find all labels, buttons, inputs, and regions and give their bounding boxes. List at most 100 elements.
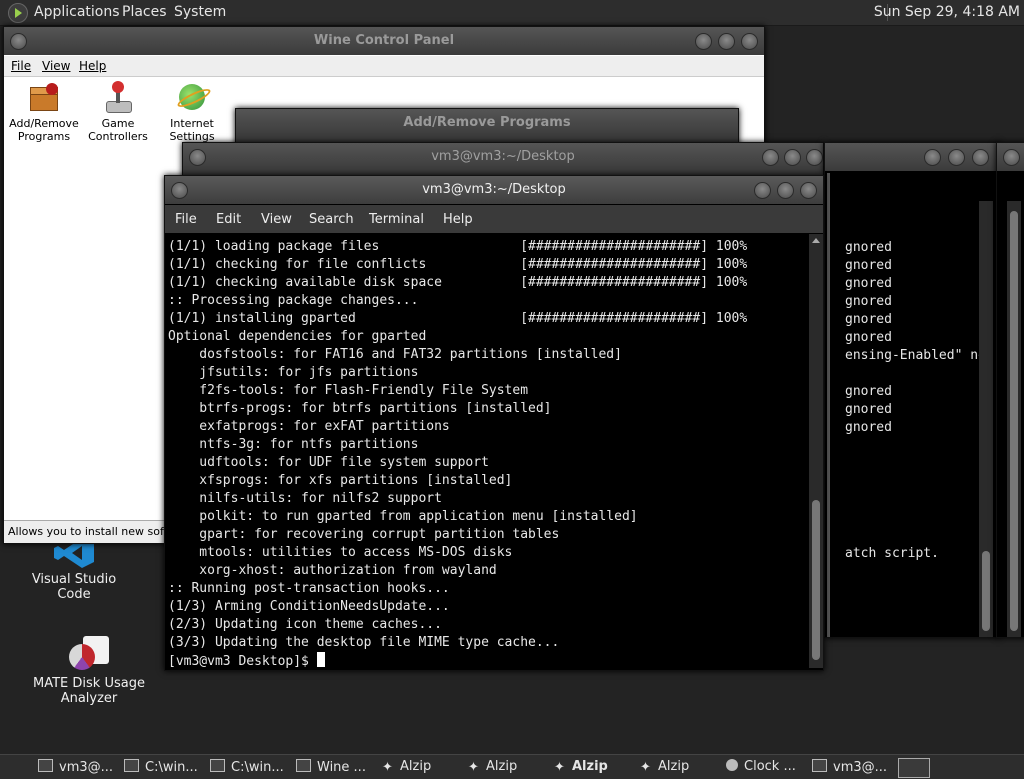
panel-clock[interactable]: Sun Sep 29, 4:18 AM xyxy=(874,4,1020,20)
terminal-titlebar[interactable]: vm3@vm3:~/Desktop xyxy=(165,176,823,204)
applications-menu[interactable]: Applications xyxy=(34,4,120,20)
back-terminal-line xyxy=(845,437,986,455)
far-right-window[interactable] xyxy=(996,142,1024,638)
cp-item-label-line1: Game xyxy=(101,117,135,130)
desktop-icon-vscode[interactable]: Visual Studio Code xyxy=(14,538,134,602)
wine-menubar: File View Help xyxy=(4,56,764,77)
back-terminal-titlebar[interactable]: vm3@vm3:~/Desktop xyxy=(183,143,823,171)
joystick-icon xyxy=(102,81,134,113)
scroll-up-arrow-icon[interactable] xyxy=(812,238,820,243)
disk-usage-icon xyxy=(69,636,109,670)
cp-item-add-remove[interactable]: Add/Remove Programs xyxy=(4,81,84,143)
maximize-button[interactable] xyxy=(784,149,801,166)
desktop-icon-label-line2: Analyzer xyxy=(60,691,118,706)
show-desktop-icon[interactable] xyxy=(898,758,930,778)
terminal-line: (1/3) Arming ConditionNeedsUpdate... xyxy=(168,599,450,614)
close-button[interactable] xyxy=(972,149,989,166)
taskbar-item-label: vm3@... xyxy=(833,760,888,775)
terminal-scrollbar-thumb[interactable] xyxy=(812,500,820,660)
minimize-button[interactable] xyxy=(754,182,771,199)
cp-item-game-controllers[interactable]: Game Controllers xyxy=(78,81,158,143)
maximize-button[interactable] xyxy=(777,182,794,199)
terminal-line: dosfstools: for FAT16 and FAT32 partitio… xyxy=(168,347,622,362)
back-terminal-line xyxy=(845,491,986,509)
terminal-menu-file[interactable]: File xyxy=(175,212,197,227)
terminal-line: (2/3) Updating icon theme caches... xyxy=(168,617,442,632)
window-icon xyxy=(210,759,225,772)
taskbar-item[interactable]: ✦ Alzip xyxy=(554,759,608,777)
taskbar-item[interactable]: ✦ Alzip xyxy=(640,759,689,777)
bottom-taskbar: vm3@... C:\win... C:\win... Wine ... ✦ Alzip ✦… xyxy=(0,754,1024,779)
taskbar-item-label: C:\win... xyxy=(145,760,198,775)
cp-item-label-line1: Add/Remove xyxy=(9,117,79,130)
close-button[interactable] xyxy=(741,33,758,50)
globe-icon xyxy=(175,81,213,113)
wine-window-title: Wine Control Panel xyxy=(313,33,455,48)
taskbar-item-label: vm3@... xyxy=(59,760,114,775)
back-terminal-right-titlebar[interactable] xyxy=(825,143,999,171)
main-terminal-window[interactable]: vm3@vm3:~/Desktop File Edit View Search … xyxy=(164,175,824,671)
minimize-button[interactable] xyxy=(695,33,712,50)
terminal-prompt-line[interactable]: [vm3@vm3 Desktop]$ xyxy=(168,652,804,670)
terminal-line: ntfs-3g: for ntfs partitions xyxy=(168,437,419,452)
terminal-menu-edit[interactable]: Edit xyxy=(216,212,241,227)
places-menu[interactable]: Places xyxy=(122,4,167,20)
wine-menu-view[interactable]: View xyxy=(42,59,70,73)
far-right-titlebar[interactable] xyxy=(997,143,1024,171)
terminal-line: Optional dependencies for gparted xyxy=(168,329,427,344)
window-icon xyxy=(38,759,53,772)
minimize-button[interactable] xyxy=(762,149,779,166)
terminal-menu-help[interactable]: Help xyxy=(443,212,473,227)
back-terminal-title: vm3@vm3:~/Desktop xyxy=(431,149,575,164)
cp-item-internet-settings[interactable]: Internet Settings xyxy=(152,81,232,143)
taskbar-item-label: Clock ... xyxy=(744,759,796,774)
back-terminal-line: atch script. xyxy=(845,546,939,561)
close-button[interactable] xyxy=(800,182,817,199)
terminal-line: (1/1) checking available disk space [###… xyxy=(168,275,748,290)
back-terminal-line: gnored xyxy=(845,240,892,255)
back-terminal-line xyxy=(845,527,986,545)
terminal-output[interactable]: (1/1) loading package files [###########… xyxy=(168,238,804,670)
window-icon xyxy=(296,759,311,772)
background-terminal-content[interactable]: gnored gnored gnored gnored gnored gnored ensi… xyxy=(824,142,1000,638)
back-terminal-scrollbar[interactable] xyxy=(827,173,830,637)
terminal-line: mtools: utilities to access MS-DOS disks xyxy=(168,545,513,560)
back-terminal-scrollbar-right[interactable] xyxy=(979,201,993,637)
back-terminal-line: gnored xyxy=(845,384,892,399)
wine-menu-help[interactable]: Help xyxy=(79,59,106,73)
maximize-button[interactable] xyxy=(948,149,965,166)
maximize-button[interactable] xyxy=(718,33,735,50)
wine-titlebar[interactable]: Wine Control Panel xyxy=(4,27,764,55)
cp-item-label-line2: Controllers xyxy=(88,130,148,143)
back-terminal-line: gnored xyxy=(845,330,892,345)
taskbar-item[interactable]: ✦ Alzip xyxy=(468,759,517,777)
window-menu-button[interactable] xyxy=(1003,149,1020,166)
taskbar-item[interactable]: vm3@... xyxy=(812,759,887,777)
wine-menu-file[interactable]: File xyxy=(11,59,31,73)
far-right-scrollbar[interactable] xyxy=(1007,201,1021,637)
top-panel: Applications Places System Sun Sep 29, 4… xyxy=(0,0,1024,26)
close-button[interactable] xyxy=(806,149,823,166)
mate-logo-icon[interactable] xyxy=(8,3,28,23)
terminal-scrollbar[interactable] xyxy=(809,234,823,668)
minimize-button[interactable] xyxy=(924,149,941,166)
alzip-app-icon: ✦ xyxy=(382,760,393,775)
clock-icon xyxy=(726,759,738,771)
terminal-line: xfsprogs: for xfs partitions [installed] xyxy=(168,473,513,488)
back-terminal-line xyxy=(845,509,986,527)
terminal-line: f2fs-tools: for Flash-Friendly File Syst… xyxy=(168,383,529,398)
taskbar-item[interactable]: Wine ... xyxy=(296,759,366,777)
taskbar-item[interactable]: C:\win... xyxy=(124,759,198,777)
terminal-line: polkit: to run gparted from application … xyxy=(168,509,638,524)
taskbar-item[interactable]: Clock ... xyxy=(726,759,796,777)
taskbar-item[interactable]: C:\win... xyxy=(210,759,284,777)
taskbar-item[interactable]: vm3@... xyxy=(38,759,113,777)
addremove-titlebar[interactable]: Add/Remove Programs xyxy=(236,109,738,137)
system-menu[interactable]: System xyxy=(174,4,226,20)
taskbar-item[interactable]: ✦ Alzip xyxy=(382,759,431,777)
terminal-menu-search[interactable]: Search xyxy=(309,212,354,227)
taskbar-item-label: Alzip xyxy=(486,759,518,774)
desktop-icon-disk-usage[interactable]: MATE Disk Usage Analyzer xyxy=(20,636,158,706)
terminal-menu-view[interactable]: View xyxy=(261,212,292,227)
terminal-menu-terminal[interactable]: Terminal xyxy=(369,212,424,227)
